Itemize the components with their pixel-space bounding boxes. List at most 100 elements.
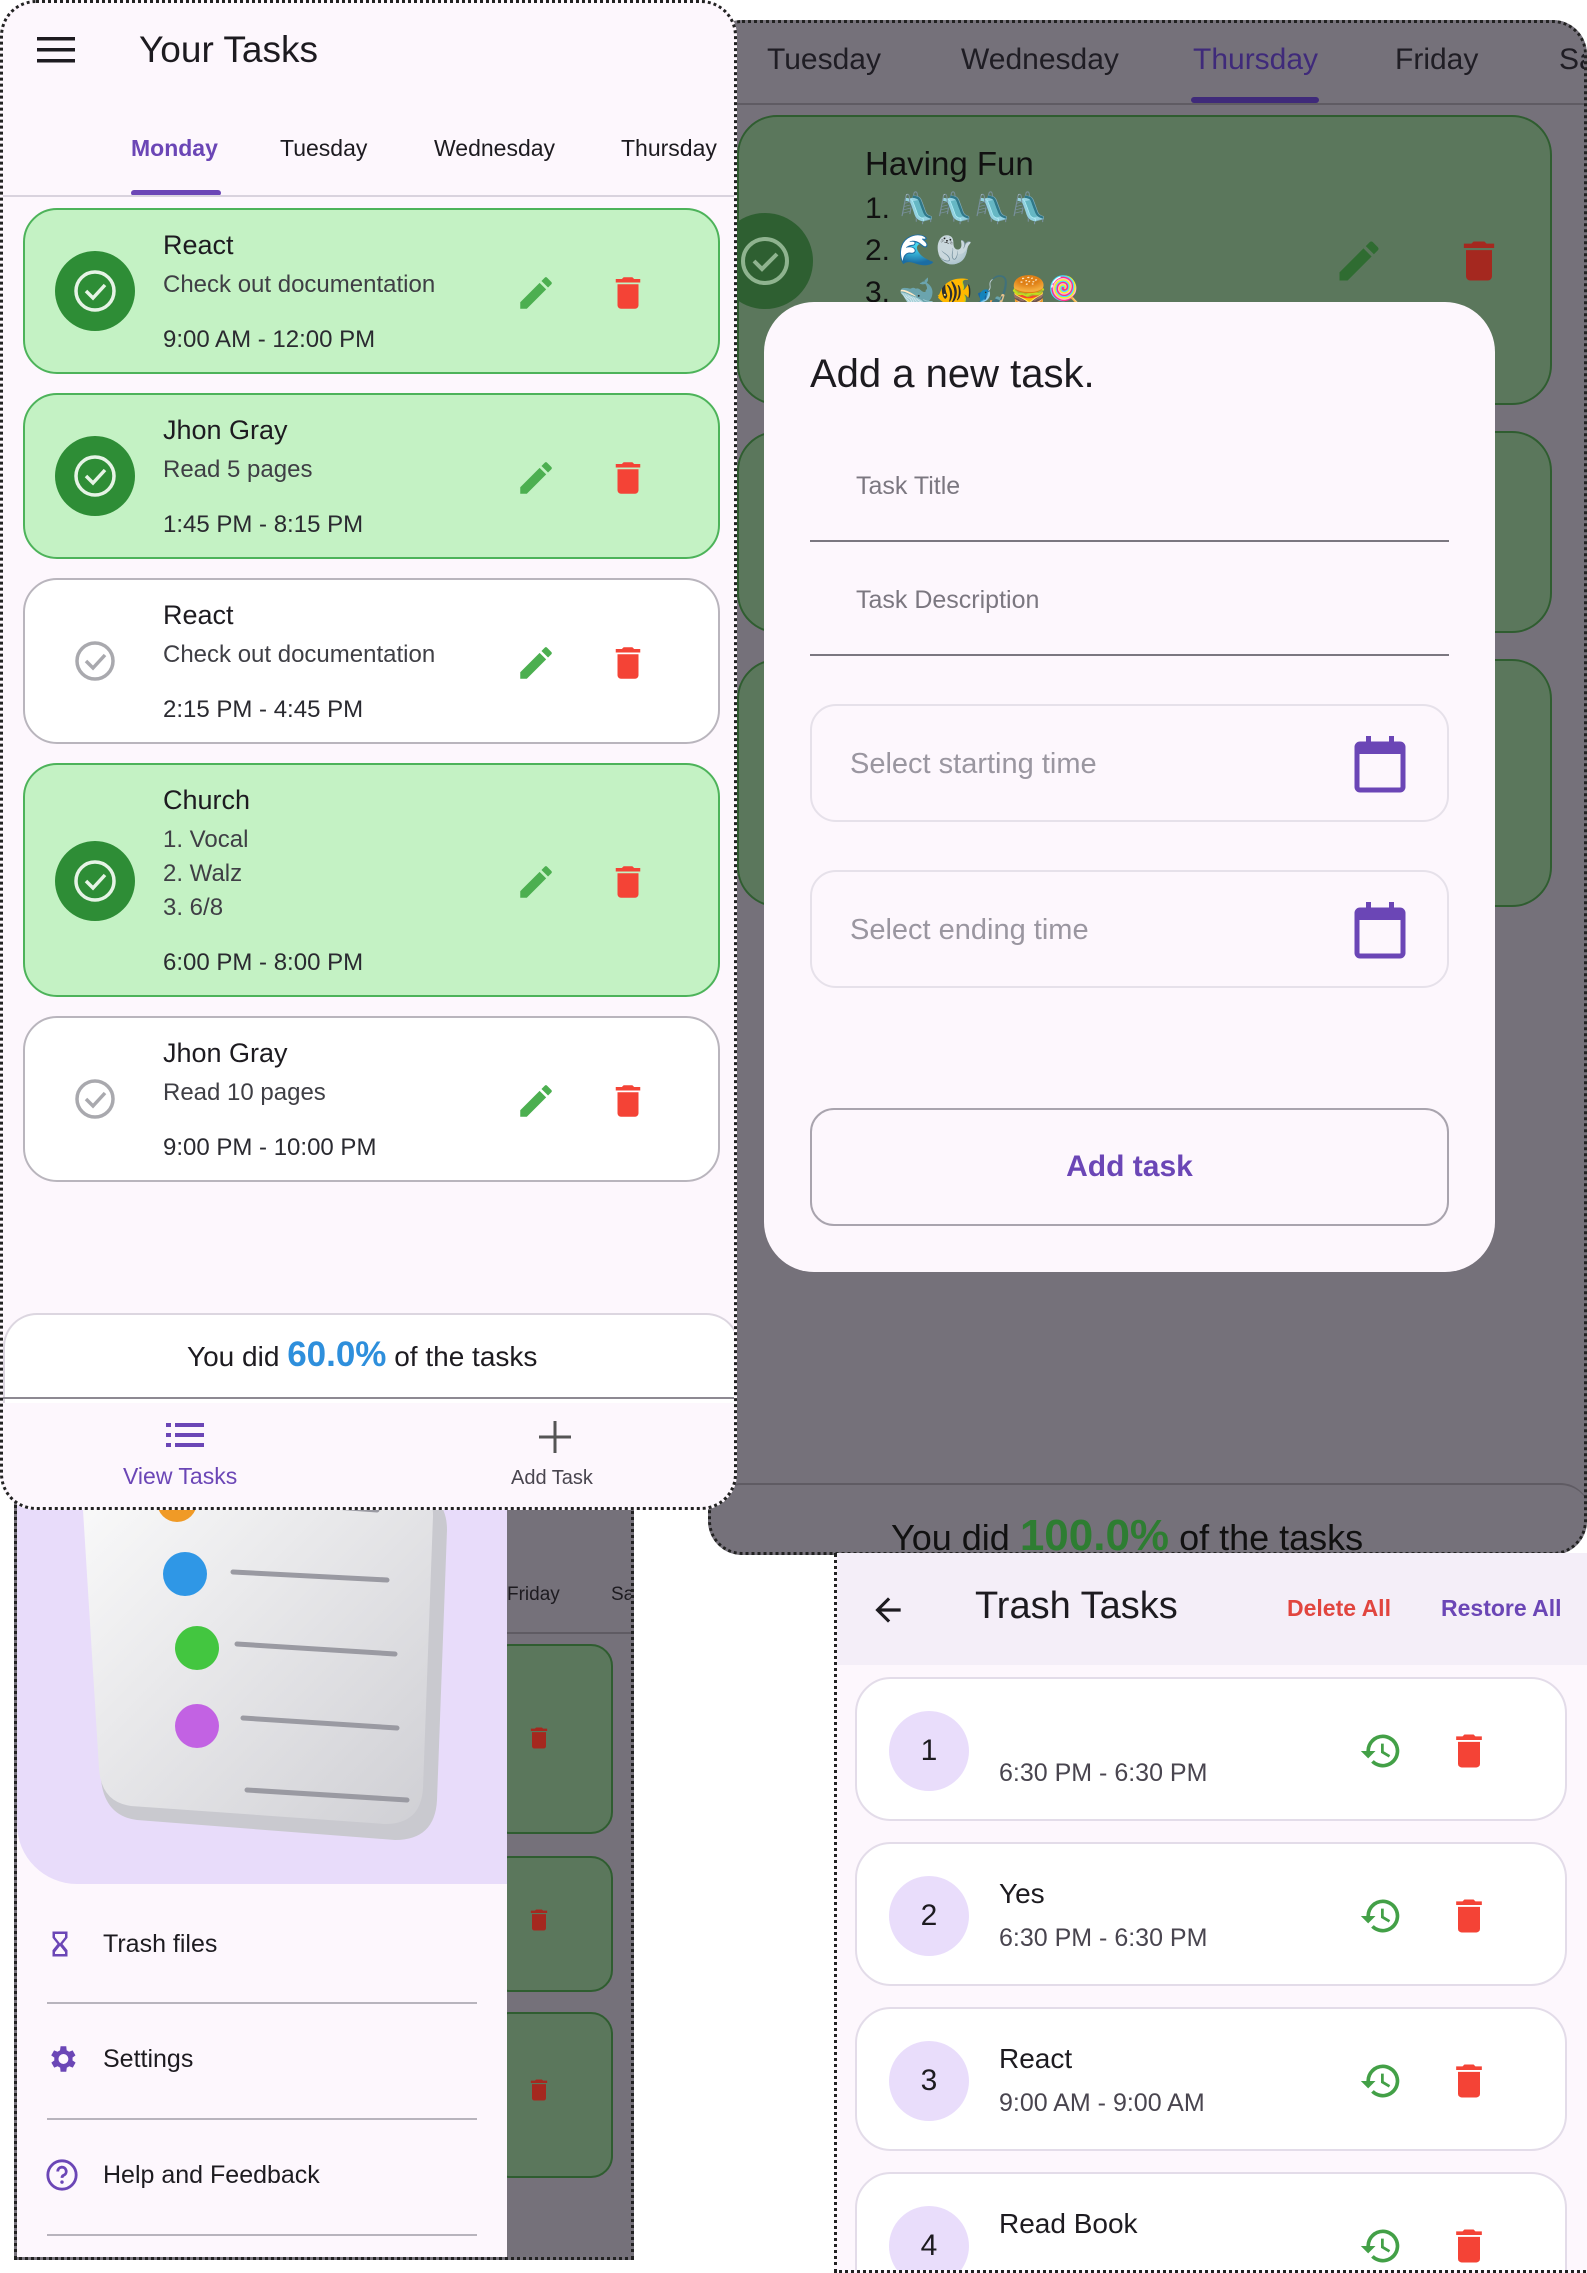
- edit-icon[interactable]: [1333, 235, 1385, 287]
- tab-friday[interactable]: Friday: [507, 1584, 560, 1606]
- restore-icon[interactable]: [1359, 2224, 1403, 2268]
- add-task-label: Add Task: [511, 1467, 593, 1489]
- task-card[interactable]: Jhon Gray Read 5 pages 1:45 PM - 8:15 PM: [23, 393, 720, 559]
- task-title: Church: [163, 785, 251, 815]
- trash-task-card[interactable]: 1 6:30 PM - 6:30 PM: [855, 1677, 1567, 1821]
- view-tasks-nav-item[interactable]: View Tasks: [103, 1413, 273, 1493]
- calendar-icon[interactable]: [1353, 902, 1407, 960]
- trash-task-time: 9:00 AM - 9:00 AM: [999, 2089, 1205, 2117]
- list-icon: [166, 1423, 204, 1447]
- notepad-illustration-icon: [82, 1480, 447, 1840]
- progress-prefix: You did: [187, 1341, 280, 1372]
- task-number-avatar: 1: [889, 1711, 969, 1791]
- tab-wednesday[interactable]: Wednesday: [961, 43, 1119, 77]
- restore-icon[interactable]: [1359, 1729, 1403, 1773]
- task-time: 6:00 PM - 8:00 PM: [163, 949, 364, 976]
- tab-tuesday[interactable]: Tuesday: [767, 43, 881, 77]
- tab-wednesday[interactable]: Wednesday: [434, 135, 555, 162]
- gear-icon: [51, 2046, 76, 2072]
- restore-icon[interactable]: [1359, 1894, 1403, 1938]
- progress-panel: You did 60.0% of the tasks: [3, 1313, 734, 1403]
- progress-value: 60.0%: [287, 1335, 387, 1374]
- drawer-item-label: Settings: [103, 2044, 194, 2073]
- check-circle-icon[interactable]: [55, 251, 135, 331]
- drawer-item-help[interactable]: Help and Feedback: [45, 2158, 320, 2192]
- trash-task-time: 6:30 PM - 6:30 PM: [999, 1924, 1208, 1952]
- task-line: 1. 🛝🛝🛝🛝: [865, 192, 1048, 225]
- task-time: 1:45 PM - 8:15 PM: [163, 511, 364, 538]
- trash-task-card[interactable]: 2 Yes 6:30 PM - 6:30 PM: [855, 1842, 1567, 1986]
- delete-icon[interactable]: [1447, 1729, 1491, 1773]
- task-title-underline: [810, 540, 1449, 542]
- drawer-item-trash[interactable]: Trash files: [45, 1926, 217, 1962]
- trash-task-time: 6:30 PM - 6:30 PM: [999, 1759, 1208, 1787]
- task-description-field[interactable]: Task Description: [856, 586, 1039, 615]
- task-title: React: [163, 600, 234, 630]
- progress-prefix: You did: [891, 1517, 1010, 1555]
- drawer-item-label: Trash files: [103, 1929, 218, 1958]
- delete-icon[interactable]: [525, 1904, 553, 1936]
- delete-icon[interactable]: [607, 272, 649, 314]
- edit-icon[interactable]: [515, 642, 557, 684]
- tab-divider: [3, 195, 734, 197]
- dialog-title: Add a new task.: [810, 352, 1095, 396]
- progress-suffix: of the tasks: [1179, 1517, 1364, 1555]
- edit-icon[interactable]: [515, 861, 557, 903]
- hourglass-icon: [52, 1931, 68, 1957]
- menu-icon[interactable]: [37, 35, 75, 65]
- trash-task-card[interactable]: 4 Read Book: [855, 2172, 1567, 2270]
- task-card[interactable]: Jhon Gray Read 10 pages 9:00 PM - 10:00 …: [23, 1016, 720, 1182]
- tab-saturday[interactable]: Sa: [611, 1584, 631, 1606]
- delete-icon[interactable]: [607, 457, 649, 499]
- task-description-underline: [810, 654, 1449, 656]
- drawer-item-label: Help and Feedback: [103, 2160, 320, 2189]
- trash-task-card[interactable]: 3 React 9:00 AM - 9:00 AM: [855, 2007, 1567, 2151]
- start-time-field[interactable]: Select starting time: [810, 704, 1449, 822]
- restore-all-button[interactable]: Restore All: [1441, 1595, 1562, 1622]
- check-circle-icon[interactable]: [73, 1077, 117, 1121]
- tab-monday[interactable]: Monday: [131, 135, 218, 162]
- task-title: Jhon Gray: [163, 1038, 288, 1068]
- delete-icon[interactable]: [607, 861, 649, 903]
- calendar-icon[interactable]: [1353, 736, 1407, 794]
- drawer-divider: [47, 2002, 477, 2004]
- edit-icon[interactable]: [515, 1080, 557, 1122]
- tab-tuesday[interactable]: Tuesday: [280, 135, 367, 162]
- delete-icon[interactable]: [607, 1080, 649, 1122]
- trash-title: Trash Tasks: [975, 1585, 1178, 1627]
- add-task-button[interactable]: Add task: [810, 1108, 1449, 1226]
- restore-icon[interactable]: [1359, 2059, 1403, 2103]
- edit-icon[interactable]: [515, 272, 557, 314]
- check-circle-icon[interactable]: [73, 639, 117, 683]
- end-time-field[interactable]: Select ending time: [810, 870, 1449, 988]
- check-circle-icon[interactable]: [55, 841, 135, 921]
- tab-thursday[interactable]: Thursday: [1193, 43, 1318, 77]
- trash-screen: Trash Tasks Delete All Restore All 1 6:3…: [834, 1553, 1587, 2273]
- delete-icon[interactable]: [1447, 1894, 1491, 1938]
- delete-icon[interactable]: [525, 2074, 553, 2106]
- task-time: 9:00 AM - 12:00 PM: [163, 326, 376, 353]
- task-title: React: [163, 230, 234, 260]
- start-time-placeholder: Select starting time: [850, 748, 1097, 780]
- back-arrow-icon[interactable]: [869, 1591, 907, 1629]
- delete-icon[interactable]: [1447, 2224, 1491, 2268]
- task-card[interactable]: React Check out documentation 9:00 AM - …: [23, 208, 720, 374]
- delete-all-button[interactable]: Delete All: [1287, 1595, 1391, 1622]
- check-circle-icon[interactable]: [55, 436, 135, 516]
- tab-thursday[interactable]: Thursday: [621, 135, 717, 162]
- task-number-avatar: 4: [889, 2206, 969, 2270]
- delete-icon[interactable]: [1453, 235, 1505, 287]
- edit-icon[interactable]: [515, 457, 557, 499]
- tab-friday[interactable]: Friday: [1395, 43, 1478, 77]
- main-tasks-screen: Your Tasks Monday Tuesday Wednesday Thur…: [0, 0, 737, 1510]
- add-task-nav-item[interactable]: Add Task: [493, 1413, 623, 1493]
- tab-saturday[interactable]: Sa: [1559, 43, 1584, 77]
- delete-icon[interactable]: [1447, 2059, 1491, 2103]
- drawer-item-settings[interactable]: Settings: [45, 2042, 193, 2076]
- task-card[interactable]: Church 1. Vocal 2. Walz 3. 6/8 6:00 PM -…: [23, 763, 720, 997]
- view-tasks-label: View Tasks: [123, 1463, 238, 1489]
- task-card[interactable]: React Check out documentation 2:15 PM - …: [23, 578, 720, 744]
- delete-icon[interactable]: [607, 642, 649, 684]
- task-title-field[interactable]: Task Title: [856, 472, 960, 501]
- delete-icon[interactable]: [525, 1722, 553, 1754]
